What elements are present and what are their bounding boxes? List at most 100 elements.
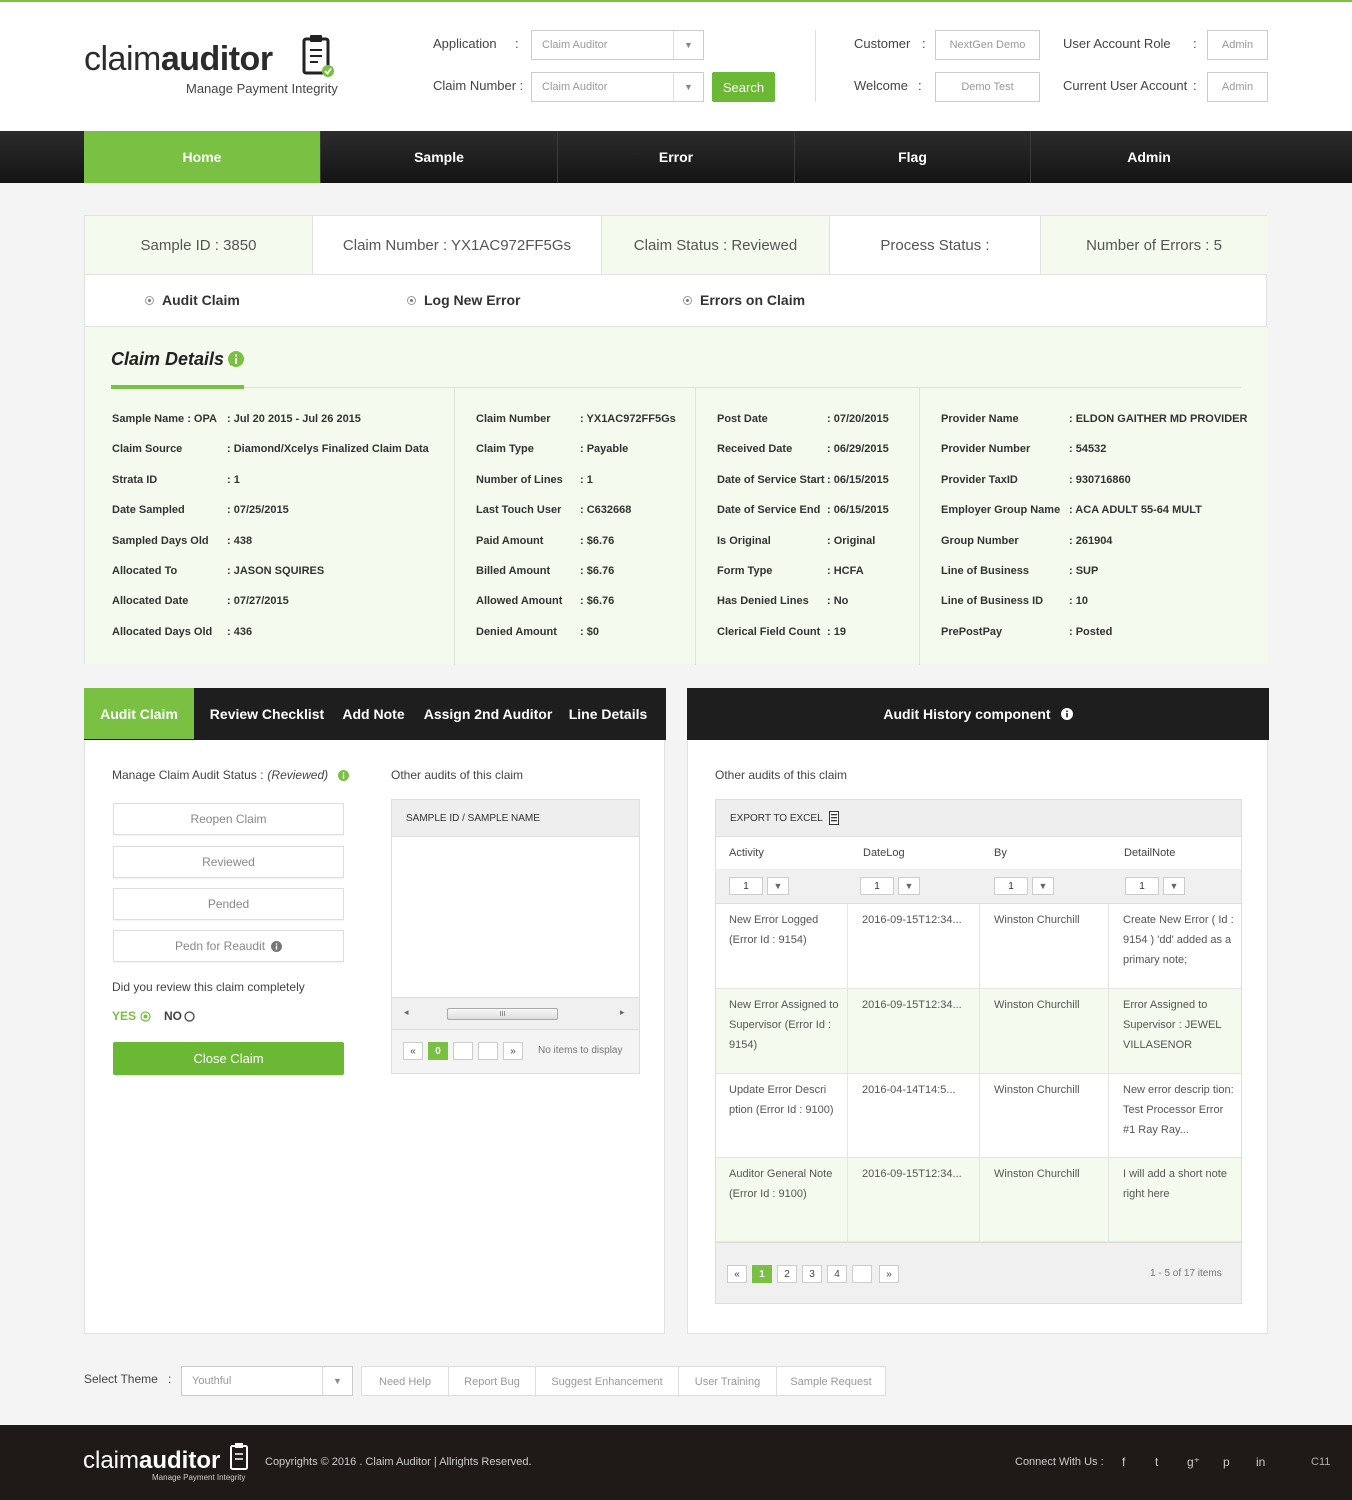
close-claim-button[interactable]: Close Claim: [113, 1042, 344, 1075]
pager-page-3[interactable]: 3: [802, 1265, 822, 1283]
pinterest-icon[interactable]: p: [1223, 1455, 1230, 1469]
tab-assign-2nd-auditor[interactable]: Assign 2nd Auditor: [418, 688, 558, 739]
scroll-left-icon[interactable]: ◂: [404, 1007, 409, 1018]
scroll-right-icon[interactable]: ▸: [620, 1007, 625, 1018]
pager-last[interactable]: »: [503, 1042, 523, 1060]
detail-label: Is Original: [717, 534, 771, 547]
mode-errors-on-claim[interactable]: Errors on Claim: [683, 292, 805, 308]
table-cell-activity: New Error Logged (Error Id : 9154): [729, 914, 819, 946]
tab-add-note[interactable]: Add Note: [336, 688, 411, 739]
detail-value: : ELDON GAITHER MD PROVIDER: [1069, 413, 1248, 425]
radio-icon: [683, 295, 692, 305]
detail-value: : 1: [580, 473, 593, 486]
need-help-link[interactable]: Need Help: [362, 1367, 449, 1397]
user-role-field[interactable]: Admin: [1207, 30, 1268, 60]
filter-icon[interactable]: ▼: [767, 877, 789, 895]
claim-number-value: Claim Auditor: [542, 81, 608, 93]
filter-icon[interactable]: ▼: [1163, 877, 1185, 895]
pager-page-2[interactable]: 2: [777, 1265, 797, 1283]
pager-blank[interactable]: [453, 1042, 473, 1060]
filter-input[interactable]: 1: [1125, 877, 1159, 895]
horizontal-scrollbar[interactable]: ◂ III ▸: [392, 997, 639, 1029]
claim-number-select[interactable]: Claim Auditor ▼: [531, 72, 704, 102]
tab-line-details[interactable]: Line Details: [564, 688, 652, 739]
theme-select[interactable]: Youthful ▼: [181, 1366, 353, 1396]
pager-blank[interactable]: [478, 1042, 498, 1060]
filter-icon[interactable]: ▼: [898, 877, 920, 895]
mode-log-new-error[interactable]: Log New Error: [407, 292, 520, 308]
pager-current[interactable]: 0: [428, 1042, 448, 1060]
customer-label: Customer: [854, 36, 911, 51]
column-activity[interactable]: Activity: [729, 847, 764, 859]
detail-value: : 930716860: [1069, 473, 1131, 486]
column-detailnote[interactable]: DetailNote: [1124, 847, 1175, 859]
no-option[interactable]: NO: [164, 1009, 195, 1023]
filter-input[interactable]: 1: [994, 877, 1028, 895]
export-to-excel-button[interactable]: EXPORT TO EXCEL: [730, 813, 823, 824]
scroll-thumb[interactable]: III: [447, 1008, 558, 1020]
detail-label: Received Date: [717, 443, 793, 456]
column-by[interactable]: By: [994, 847, 1007, 859]
theme-label: Select Theme: [84, 1372, 158, 1386]
welcome-field[interactable]: Demo Test: [935, 72, 1040, 102]
detail-label: Paid Amount: [476, 534, 544, 547]
table-cell-date: 2016-04-14T14:5...: [862, 1084, 956, 1096]
footer-logo[interactable]: claimauditor: [83, 1447, 220, 1475]
column-divider: [695, 387, 696, 665]
logo[interactable]: claimauditor: [84, 40, 273, 79]
pager-first[interactable]: «: [403, 1042, 423, 1060]
nav-error[interactable]: Error: [558, 131, 795, 183]
claim-panel: Sample ID : 3850 Claim Number : YX1AC972…: [84, 215, 1267, 665]
chevron-down-icon: ▼: [673, 73, 703, 101]
pended-button[interactable]: Pended: [113, 888, 344, 920]
nav-home[interactable]: Home: [84, 131, 321, 183]
linkedin-icon[interactable]: in: [1256, 1455, 1265, 1469]
user-training-link[interactable]: User Training: [679, 1367, 777, 1397]
customer-field[interactable]: NextGen Demo: [935, 30, 1040, 60]
info-icon: [271, 940, 283, 952]
facebook-icon[interactable]: f: [1122, 1455, 1125, 1469]
detail-value: : 07/25/2015: [227, 504, 289, 517]
nav-admin[interactable]: Admin: [1031, 131, 1267, 183]
nav-flag[interactable]: Flag: [795, 131, 1031, 183]
reviewed-button[interactable]: Reviewed: [113, 846, 344, 878]
yes-option[interactable]: YES: [112, 1009, 151, 1023]
info-icon[interactable]: [1060, 708, 1073, 720]
search-button[interactable]: Search: [712, 72, 775, 102]
table-row[interactable]: New Error Assigned to Supervisor (Error …: [716, 989, 1241, 1074]
sample-request-link[interactable]: Sample Request: [777, 1367, 885, 1397]
filter-input[interactable]: 1: [860, 877, 894, 895]
mode-audit-claim[interactable]: Audit Claim: [145, 292, 240, 308]
application-select[interactable]: Claim Auditor ▼: [531, 30, 704, 60]
twitter-icon[interactable]: t: [1155, 1455, 1158, 1469]
column-datelog[interactable]: DateLog: [863, 847, 905, 859]
audit-history-title: Audit History component: [883, 706, 1051, 722]
pager-last[interactable]: »: [879, 1265, 899, 1283]
tab-review-checklist[interactable]: Review Checklist: [202, 688, 332, 739]
table-cell-activity: Update Error Descri ption (Error Id : 91…: [729, 1084, 834, 1116]
table-row[interactable]: New Error Logged (Error Id : 9154) 2016-0…: [716, 904, 1241, 989]
table-row[interactable]: Update Error Descri ption (Error Id : 91…: [716, 1074, 1241, 1158]
pend-for-reaudit-button[interactable]: Pedn for Reaudit: [113, 930, 344, 962]
cell-divider: [847, 1074, 848, 1157]
items-count: 1 - 5 of 17 items: [1150, 1268, 1222, 1279]
pager-first[interactable]: «: [727, 1265, 747, 1283]
info-icon[interactable]: [228, 351, 244, 367]
current-user-field[interactable]: Admin: [1207, 72, 1268, 102]
detail-label: Billed Amount: [476, 565, 551, 577]
report-bug-link[interactable]: Report Bug: [449, 1367, 536, 1397]
pager-blank[interactable]: [852, 1265, 872, 1283]
table-row[interactable]: Auditor General Note (Error Id : 9100) 20…: [716, 1158, 1241, 1242]
pager-page-1[interactable]: 1: [752, 1265, 772, 1283]
filter-input[interactable]: 1: [729, 877, 763, 895]
google-plus-icon[interactable]: g⁺: [1187, 1455, 1200, 1469]
detail-value: : Jul 20 2015 - Jul 26 2015: [227, 413, 361, 425]
reopen-claim-button[interactable]: Reopen Claim: [113, 803, 344, 835]
filter-icon[interactable]: ▼: [1032, 877, 1054, 895]
suggest-enhancement-link[interactable]: Suggest Enhancement: [536, 1367, 679, 1397]
info-icon[interactable]: [338, 769, 350, 781]
tab-audit-claim[interactable]: Audit Claim: [84, 688, 194, 739]
nav-sample[interactable]: Sample: [321, 131, 558, 183]
pager-page-4[interactable]: 4: [827, 1265, 847, 1283]
excel-icon[interactable]: [828, 811, 839, 825]
